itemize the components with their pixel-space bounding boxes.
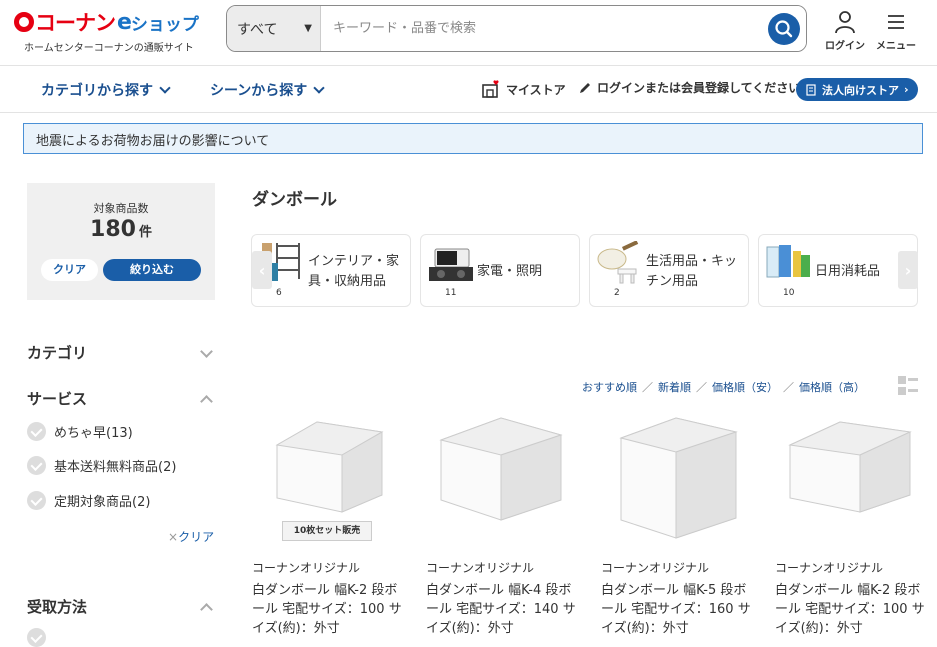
receive-option-partial[interactable] — [27, 628, 46, 647]
product-brand: コーナンオリジナル — [601, 561, 710, 575]
sort-price-asc[interactable]: 価格順（安） — [712, 381, 778, 394]
carousel-prev-button[interactable]: ‹ — [252, 251, 272, 289]
product-card[interactable]: コーナンオリジナル 白ダンボール 幅K-2 段ボール 宅配サイズ：100 サイズ… — [775, 410, 935, 636]
logo-ring-icon — [14, 12, 34, 32]
global-nav: カテゴリから探す シーンから探す マイストア ログインまたは会員登録してください… — [0, 66, 937, 113]
product-brand: コーナンオリジナル — [426, 561, 535, 575]
login-button[interactable]: ログイン — [823, 10, 867, 52]
user-icon — [835, 11, 855, 34]
receive-filter-heading[interactable]: 受取方法 — [27, 596, 215, 617]
store-heart-icon — [482, 80, 499, 98]
building-icon — [806, 83, 816, 96]
caret-down-icon: ▼ — [304, 23, 312, 34]
cardboard-box-image — [619, 417, 738, 539]
login-register-link[interactable]: ログインまたは会員登録してください — [578, 79, 800, 96]
category-card[interactable]: 10 日用消耗品 — [758, 234, 918, 307]
notice-banner[interactable]: 地震によるお荷物お届けの影響について — [23, 123, 923, 154]
cardboard-box-image — [275, 421, 384, 513]
consumables-icon — [766, 245, 810, 278]
nav-scene[interactable]: シーンから探す — [210, 80, 325, 100]
product-name[interactable]: 白ダンボール 幅K-5 段ボール 宅配サイズ：160 サイズ(約)：外寸 — [601, 581, 751, 638]
service-filter-heading[interactable]: サービス — [27, 388, 215, 409]
product-name[interactable]: 白ダンボール 幅K-2 段ボール 宅配サイズ：100 サイズ(約)：外寸 — [252, 581, 402, 638]
list-view-icon[interactable] — [898, 376, 918, 396]
hamburger-icon — [888, 15, 904, 29]
product-image[interactable] — [431, 410, 571, 550]
search-button[interactable] — [768, 13, 800, 45]
narrow-button[interactable]: 絞り込む — [103, 259, 201, 281]
pencil-icon — [580, 82, 590, 93]
sort-newest[interactable]: 新着順 — [658, 381, 691, 394]
nav-category[interactable]: カテゴリから探す — [41, 80, 171, 100]
product-card[interactable]: 10枚セット販売 コーナンオリジナル 白ダンボール 幅K-2 段ボール 宅配サイ… — [252, 410, 412, 636]
kitchen-icon — [597, 241, 639, 284]
chevron-up-icon — [200, 395, 213, 408]
search-category-select[interactable]: すべて ▼ — [227, 6, 321, 51]
search-icon — [775, 20, 793, 38]
category-card[interactable]: 2 生活用品・キッチン用品 — [589, 234, 749, 307]
chevron-right-icon: › — [904, 260, 912, 280]
product-brand: コーナンオリジナル — [252, 561, 361, 575]
logo-subtitle: ホームセンターコーナンの通販サイト — [24, 43, 194, 54]
chevron-up-icon — [200, 603, 213, 616]
product-image[interactable] — [780, 410, 920, 550]
category-card[interactable]: 6 インテリア・家具・収納用品 — [251, 234, 411, 307]
product-card[interactable]: コーナンオリジナル 白ダンボール 幅K-4 段ボール 宅配サイズ：140 サイズ… — [426, 410, 586, 636]
category-card[interactable]: 11 家電・照明 — [420, 234, 580, 307]
menu-button[interactable]: メニュー — [874, 10, 918, 52]
checkmark-icon — [27, 456, 46, 475]
service-option[interactable]: 基本送料無料商品(2) — [27, 456, 176, 475]
service-clear-link[interactable]: ×クリア — [168, 528, 214, 545]
appliance-icon — [429, 248, 473, 281]
business-store-button[interactable]: 法人向けストア › — [796, 78, 918, 101]
site-logo[interactable]: コーナン e ショップ ホームセンターコーナンの通販サイト — [14, 10, 214, 54]
set-sale-tag: 10枚セット販売 — [282, 521, 372, 541]
product-image[interactable] — [606, 410, 746, 550]
chevron-left-icon: ‹ — [258, 260, 266, 280]
cardboard-box-image — [439, 417, 563, 521]
product-name[interactable]: 白ダンボール 幅K-4 段ボール 宅配サイズ：140 サイズ(約)：外寸 — [426, 581, 576, 638]
result-count: 180 件 — [90, 217, 152, 242]
service-option[interactable]: めちゃ早(13) — [27, 422, 133, 441]
cardboard-box-image — [788, 421, 912, 513]
chevron-down-icon — [200, 345, 213, 358]
product-image[interactable]: 10枚セット販売 — [257, 410, 397, 550]
clear-button[interactable]: クリア — [41, 259, 98, 281]
search-bar: すべて ▼ — [226, 5, 807, 52]
chevron-down-icon — [159, 82, 171, 94]
checkmark-icon — [27, 628, 46, 647]
carousel-next-button[interactable]: › — [898, 251, 918, 289]
sort-options: おすすめ順／新着順／価格順（安）／価格順（高） — [582, 381, 865, 394]
product-name[interactable]: 白ダンボール 幅K-2 段ボール 宅配サイズ：100 サイズ(約)：外寸 — [775, 581, 925, 638]
product-card[interactable]: コーナンオリジナル 白ダンボール 幅K-5 段ボール 宅配サイズ：160 サイズ… — [601, 410, 761, 636]
search-input[interactable] — [321, 6, 806, 51]
close-icon: × — [168, 530, 179, 544]
checkmark-icon — [27, 422, 46, 441]
product-brand: コーナンオリジナル — [775, 561, 884, 575]
chevron-down-icon — [313, 82, 325, 94]
result-count-panel: 対象商品数 180 件 クリア 絞り込む — [27, 183, 215, 300]
site-header: コーナン e ショップ ホームセンターコーナンの通販サイト すべて ▼ ログイン — [0, 0, 937, 66]
sort-recommended[interactable]: おすすめ順 — [582, 381, 637, 394]
checkmark-icon — [27, 491, 46, 510]
menu-label: メニュー — [876, 41, 916, 52]
page-title: ダンボール — [252, 190, 337, 210]
chevron-right-icon: › — [904, 83, 909, 96]
my-store-link[interactable]: マイストア — [481, 79, 566, 99]
sort-price-desc[interactable]: 価格順（高） — [799, 381, 865, 394]
login-label: ログイン — [825, 41, 865, 52]
service-option[interactable]: 定期対象商品(2) — [27, 491, 150, 510]
category-filter-heading[interactable]: カテゴリ — [27, 342, 215, 363]
